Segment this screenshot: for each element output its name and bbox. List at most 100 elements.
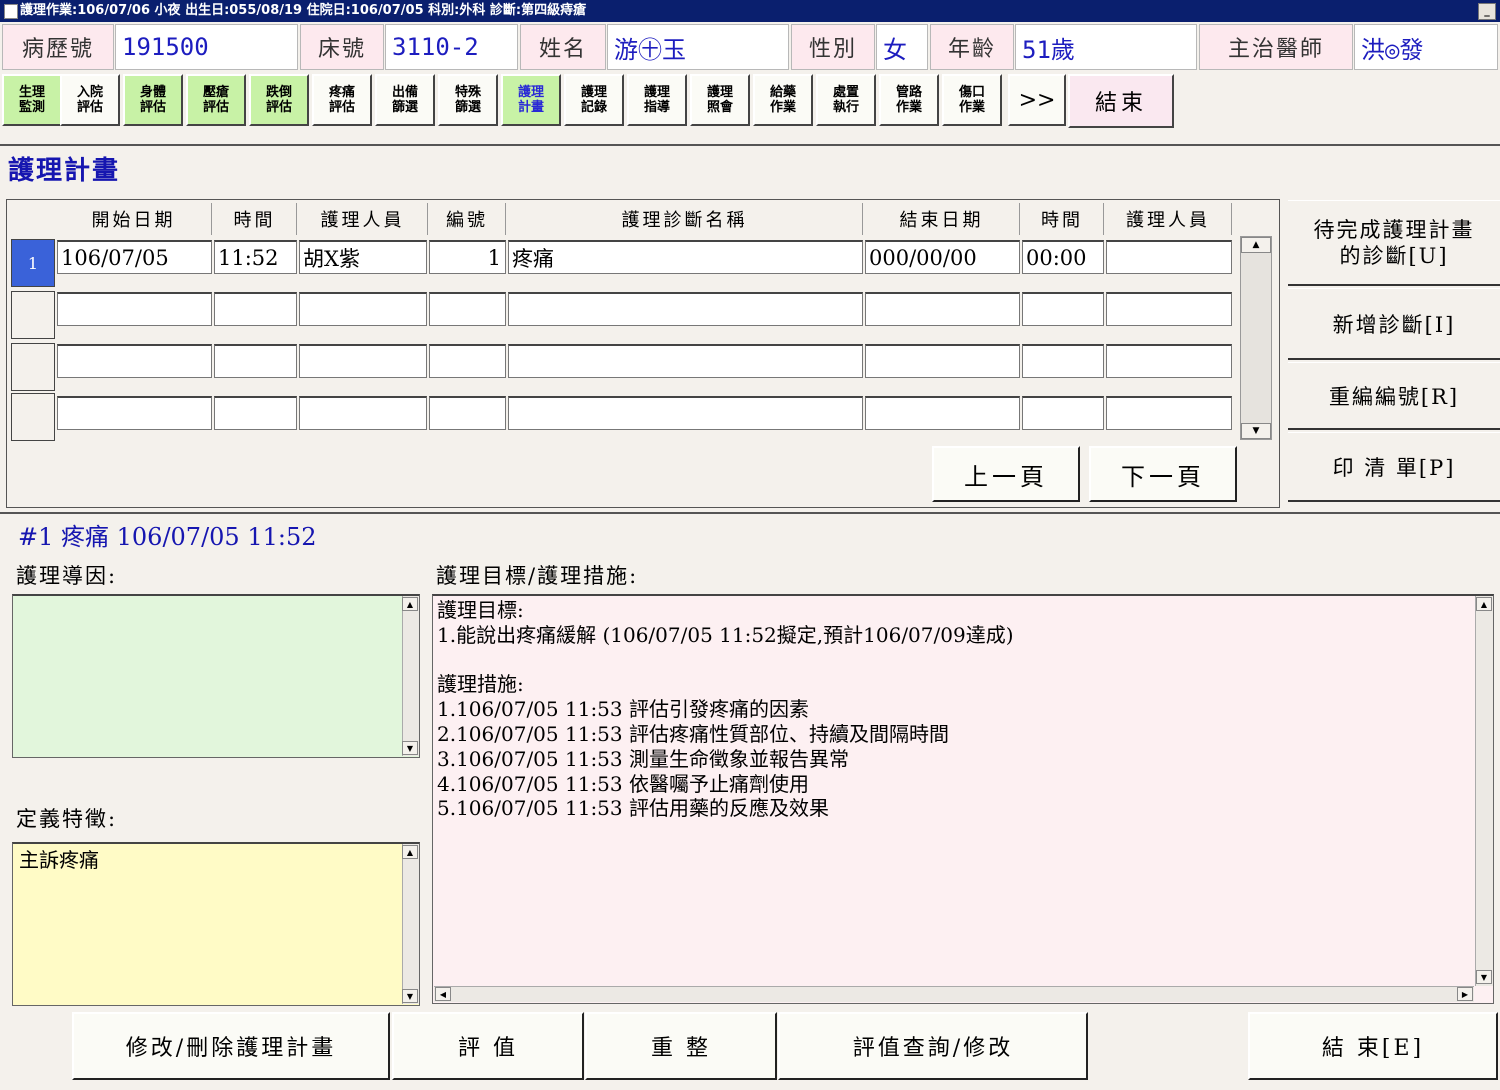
scroll-down-arrow-icon[interactable]: ▼ (402, 989, 418, 1003)
row-selector-2[interactable] (11, 291, 55, 339)
doctor-label: 主治醫師 (1199, 24, 1353, 70)
define-scrollbar[interactable] (402, 844, 419, 1004)
reason-textbox[interactable] (12, 594, 420, 758)
reason-scrollbar[interactable] (402, 596, 419, 756)
name-value: 游㊉玉 (607, 24, 789, 70)
bed-label: 床號 (300, 24, 384, 70)
tool-pressure-sore[interactable]: 壓瘡 評估 (186, 74, 246, 126)
age-value: 51歲 (1015, 24, 1197, 70)
cell-empty[interactable] (1022, 344, 1104, 378)
cell-empty[interactable] (865, 292, 1020, 326)
goal-label: 護理目標/護理措施: (436, 564, 639, 588)
scroll-up-arrow-icon[interactable]: ▲ (1476, 597, 1492, 611)
tool-treatment[interactable]: 處置 執行 (816, 74, 876, 126)
cell-empty[interactable] (299, 344, 427, 378)
scroll-up-arrow-icon[interactable]: ▲ (402, 597, 418, 611)
reorganize-button[interactable]: 重 整 (585, 1012, 777, 1080)
tool-vital-signs[interactable]: 生理 監測 (2, 74, 62, 126)
cell-number[interactable]: 1 (429, 240, 506, 274)
cell-empty[interactable] (1022, 396, 1104, 430)
tool-pain-assess[interactable]: 疼痛 評估 (312, 74, 372, 126)
tool-discharge-screen[interactable]: 出備 篩選 (375, 74, 435, 126)
cell-empty[interactable] (429, 344, 506, 378)
scroll-right-arrow-icon[interactable]: ▶ (1457, 987, 1473, 1001)
goal-vscrollbar[interactable] (1475, 596, 1493, 986)
col-header-end-time: 時間 (1021, 203, 1104, 235)
toolbar-more-button[interactable]: >> (1008, 74, 1066, 126)
reason-label: 護理導因: (16, 564, 118, 588)
cell-end-date[interactable]: 000/00/00 (865, 240, 1020, 274)
tool-nursing-record[interactable]: 護理 記錄 (564, 74, 624, 126)
minimize-button[interactable]: _ (1478, 3, 1496, 20)
row-selector-3[interactable] (11, 343, 55, 391)
tool-nursing-consult[interactable]: 護理 照會 (690, 74, 750, 126)
cell-empty[interactable] (57, 292, 212, 326)
sex-label: 性別 (791, 24, 875, 70)
tool-admission-assess[interactable]: 入院 評估 (60, 74, 120, 126)
cell-end-time[interactable]: 00:00 (1022, 240, 1104, 274)
add-diagnosis-button[interactable]: 新增診斷[I] (1288, 288, 1500, 360)
cell-empty[interactable] (429, 292, 506, 326)
cell-empty[interactable] (214, 344, 297, 378)
evaluation-query-button[interactable]: 評值查詢/修改 (778, 1012, 1088, 1080)
scroll-up-arrow-icon[interactable]: ▲ (1241, 237, 1271, 253)
scroll-down-arrow-icon[interactable]: ▼ (1476, 970, 1492, 984)
cell-empty[interactable] (508, 396, 863, 430)
name-label: 姓名 (520, 24, 606, 70)
cell-start-time[interactable]: 11:52 (214, 240, 297, 274)
scroll-down-arrow-icon[interactable]: ▼ (402, 741, 418, 755)
next-page-button[interactable]: 下一頁 (1089, 446, 1237, 502)
tool-nursing-plan[interactable]: 護理 計畫 (501, 74, 561, 126)
chart-no-label: 病歷號 (2, 24, 114, 70)
row-selector-4[interactable] (11, 393, 55, 441)
cell-empty[interactable] (508, 292, 863, 326)
goal-measures-textbox[interactable]: 護理目標: 1.能說出疼痛緩解 (106/07/05 11:52擬定,預計106… (432, 594, 1494, 1004)
cell-empty[interactable] (1106, 396, 1232, 430)
col-header-diagnosis: 護理診斷名稱 (507, 203, 863, 235)
pending-diagnosis-button[interactable]: 待完成護理計畫 的診斷[U] (1288, 200, 1500, 286)
tool-medication[interactable]: 給藥 作業 (753, 74, 813, 126)
cell-end-nurse[interactable] (1106, 240, 1232, 274)
prev-page-button[interactable]: 上一頁 (932, 446, 1080, 502)
end-button[interactable]: 結 束[E] (1248, 1012, 1498, 1080)
cell-empty[interactable] (1106, 292, 1232, 326)
scroll-up-arrow-icon[interactable]: ▲ (402, 845, 418, 859)
renumber-button[interactable]: 重編編號[R] (1288, 362, 1500, 430)
row-selector-1[interactable]: 1 (11, 239, 55, 287)
scroll-left-arrow-icon[interactable]: ◀ (435, 987, 451, 1001)
col-header-end-date: 結束日期 (864, 203, 1020, 235)
tool-nursing-guidance[interactable]: 護理 指導 (627, 74, 687, 126)
tool-special-screen[interactable]: 特殊 篩選 (438, 74, 498, 126)
app-icon (4, 4, 18, 19)
scroll-down-arrow-icon[interactable]: ▼ (1241, 423, 1271, 439)
cell-empty[interactable] (865, 396, 1020, 430)
tool-tube[interactable]: 管路 作業 (879, 74, 939, 126)
tool-fall-assess[interactable]: 跌倒 評估 (249, 74, 309, 126)
print-list-button[interactable]: 印 清 單[P] (1288, 432, 1500, 502)
page-title: 護理計畫 (8, 156, 121, 186)
cell-nurse[interactable]: 胡X紫 (299, 240, 427, 274)
cell-empty[interactable] (214, 292, 297, 326)
cell-start-date[interactable]: 106/07/05 (57, 240, 212, 274)
cell-empty[interactable] (57, 396, 212, 430)
goal-hscrollbar[interactable] (434, 986, 1474, 1002)
cell-empty[interactable] (429, 396, 506, 430)
tool-body-assess[interactable]: 身體 評估 (123, 74, 183, 126)
modify-delete-plan-button[interactable]: 修改/刪除護理計畫 (72, 1012, 390, 1080)
cell-empty[interactable] (1106, 344, 1232, 378)
cell-empty[interactable] (508, 344, 863, 378)
cell-empty[interactable] (299, 292, 427, 326)
cell-diagnosis[interactable]: 疼痛 (508, 240, 863, 274)
divider (0, 144, 1500, 146)
cell-empty[interactable] (865, 344, 1020, 378)
doctor-value: 洪◎發 (1354, 24, 1498, 70)
cell-empty[interactable] (299, 396, 427, 430)
define-textbox[interactable]: 主訴疼痛 (12, 842, 420, 1006)
toolbar-end-button[interactable]: 結束 (1068, 74, 1174, 128)
grid-scrollbar[interactable] (1240, 236, 1272, 440)
cell-empty[interactable] (57, 344, 212, 378)
evaluate-button[interactable]: 評 值 (392, 1012, 584, 1080)
tool-wound[interactable]: 傷口 作業 (942, 74, 1002, 126)
cell-empty[interactable] (214, 396, 297, 430)
cell-empty[interactable] (1022, 292, 1104, 326)
